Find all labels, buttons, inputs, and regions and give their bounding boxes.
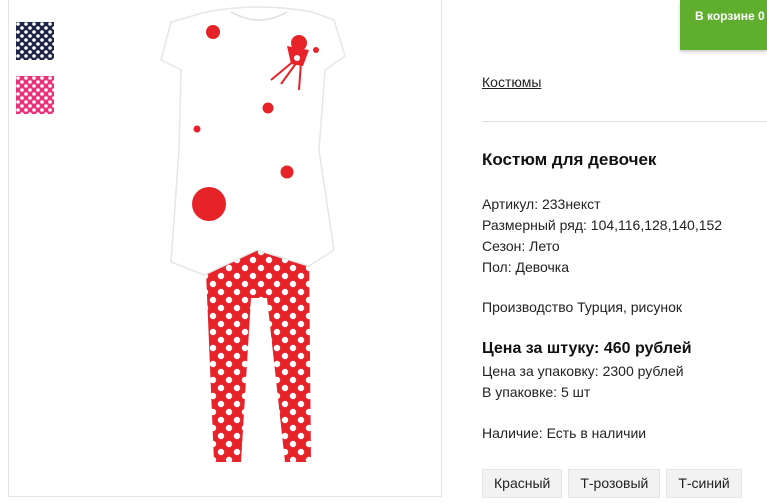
divider (482, 121, 767, 122)
color-options: Красный Т-розовый Т-синий (482, 469, 742, 498)
leggings (205, 248, 311, 462)
thumbnail-list (16, 22, 54, 130)
gender-text: Пол: Девочка (482, 259, 570, 275)
product-main-image[interactable] (8, 0, 442, 497)
sizes-text: Размерный ряд: 104,116,128,140,152 (482, 217, 723, 233)
pink-polka-dot-swatch-icon (16, 76, 54, 114)
product-photo (160, 6, 346, 462)
availability-text: Наличие: Есть в наличии (482, 425, 647, 441)
pink-polka-dot-thumbnail[interactable] (16, 76, 54, 114)
cart-label: В корзине 0 (695, 9, 765, 23)
product-title: Костюм для девочек (482, 150, 657, 169)
product-properties: Артикул: 233некст Размерный ряд: 104,116… (482, 194, 722, 278)
pack-info: Цена за упаковку: 2300 рублей В упаковке… (482, 361, 684, 403)
color-option-dark-blue[interactable]: Т-синий (666, 469, 742, 498)
origin-text: Производство Турция, рисунок (482, 299, 683, 315)
article-text: Артикул: 233некст (482, 196, 601, 212)
pack-price: Цена за упаковку: 2300 рублей (482, 363, 684, 379)
pack-quantity: В упаковке: 5 шт (482, 384, 591, 400)
tunic (160, 6, 346, 276)
cart-button[interactable]: В корзине 0 (680, 0, 767, 50)
season-text: Сезон: Лето (482, 238, 560, 254)
navy-polka-dot-thumbnail[interactable] (16, 22, 54, 60)
color-option-dark-pink[interactable]: Т-розовый (568, 469, 661, 498)
breadcrumb-category-link[interactable]: Костюмы (482, 74, 541, 90)
color-option-red[interactable]: Красный (482, 469, 563, 498)
navy-polka-dot-swatch-icon (16, 22, 54, 60)
unit-price: Цена за штуку: 460 рублей (482, 340, 692, 357)
